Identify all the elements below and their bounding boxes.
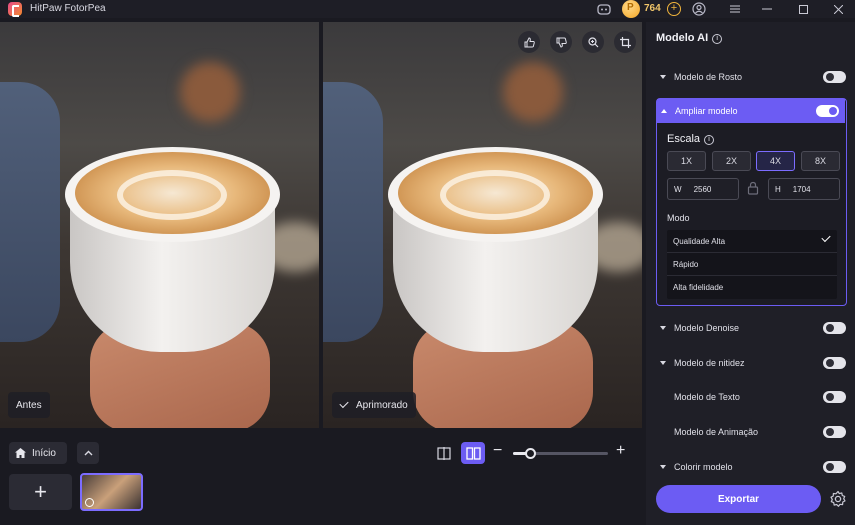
scale-4x-button[interactable]: 4X [756,151,795,171]
width-field[interactable]: W 2560 [667,178,739,200]
plus-circle-icon[interactable]: + [667,2,681,16]
thumbs-up-icon[interactable] [518,31,540,53]
comparison-viewer[interactable]: Antes Aprimorado [0,22,642,428]
chevron-down-icon [660,75,666,79]
after-label: Aprimorado [356,399,408,411]
scale-1x-button[interactable]: 1X [667,151,706,171]
height-field[interactable]: H 1704 [768,178,840,200]
mode-option-high-fidelity[interactable]: Alta fidelidade [667,276,837,299]
scale-8x-button[interactable]: 8X [801,151,840,171]
home-icon [15,448,26,458]
scale-heading: Escala i [667,133,715,145]
maximize-icon[interactable] [788,0,818,18]
face-model-toggle[interactable] [823,71,846,83]
upscale-model-card: Ampliar modelo Escala i 1X 2X 4X 8X W 256… [656,98,847,306]
height-label: H [775,184,781,194]
panel-title-text: Modelo AI [656,32,709,44]
side-by-side-icon [465,446,481,460]
chevron-down-icon [660,361,666,365]
colorize-model-label: Colorir modelo [674,462,733,472]
original-image [0,22,319,428]
ai-model-panel: Modelo AI i Modelo de Rosto Ampliar model… [646,22,855,525]
mode-option-label: Alta fidelidade [673,283,724,292]
coin-icon [622,0,640,18]
home-label: Início [32,447,56,459]
viewer-toolbar [518,31,636,53]
sharpness-model-row[interactable]: Modelo de nitidez [656,354,846,372]
thumbs-down-icon[interactable] [550,31,572,53]
lock-icon[interactable] [746,181,760,195]
split-view-button[interactable] [432,442,456,464]
zoom-in-button[interactable]: + [616,442,625,460]
height-value: 1704 [792,184,811,194]
bottom-bar: Início + − + [0,430,642,525]
face-model-label: Modelo de Rosto [674,72,743,82]
denoise-model-label: Modelo Denoise [674,323,740,333]
animation-model-toggle[interactable] [823,426,846,438]
scale-2x-button[interactable]: 2X [712,151,751,171]
check-icon [339,398,349,409]
enhanced-image [323,22,642,428]
home-button[interactable]: Início [9,442,67,464]
colorize-model-toggle[interactable] [823,461,846,473]
mode-list: Qualidade Alta Rápido Alta fidelidade [667,230,837,299]
zoom-slider-handle[interactable] [524,448,536,459]
before-label: Antes [8,392,50,418]
mode-label: Modo [667,213,690,223]
zoom-out-button[interactable]: − [493,442,502,460]
side-by-side-button[interactable] [461,442,485,464]
denoise-model-row[interactable]: Modelo Denoise [656,319,846,337]
panel-title: Modelo AI i [656,32,723,44]
face-model-row[interactable]: Modelo de Rosto [656,68,846,86]
user-icon[interactable] [691,1,707,17]
text-model-row[interactable]: Modelo de Texto [656,388,846,406]
text-model-toggle[interactable] [823,391,846,403]
mode-option-label: Qualidade Alta [673,236,726,246]
zoom-slider[interactable] [513,448,608,459]
split-view-icon [437,446,451,460]
mode-option-high-quality[interactable]: Qualidade Alta [667,230,837,253]
hamburger-menu-icon[interactable] [720,0,750,18]
sharpness-model-label: Modelo de nitidez [674,358,745,368]
clock-icon [85,498,94,507]
mode-option-fast[interactable]: Rápido [667,253,837,276]
close-icon[interactable] [823,0,853,18]
sharpness-model-toggle[interactable] [823,357,846,369]
mode-option-label: Rápido [673,259,699,269]
chevron-up-icon [661,109,667,113]
animation-model-label: Modelo de Animação [674,427,759,437]
discord-icon[interactable] [596,1,612,17]
width-value: 2560 [693,184,712,194]
checkmark-icon [821,232,831,243]
text-model-label: Modelo de Texto [674,392,740,402]
chevron-up-icon [84,450,92,456]
info-icon[interactable]: i [712,34,723,44]
after-label-badge: Aprimorado [332,392,416,418]
fotorpea-logo-icon [8,2,22,17]
denoise-model-toggle[interactable] [823,322,846,334]
title-bar: HitPaw FotorPea 764 + [0,0,855,18]
add-image-button[interactable]: + [9,474,72,510]
info-icon[interactable]: i [704,135,715,145]
zoom-icon[interactable] [582,31,604,53]
chevron-down-icon [660,465,666,469]
image-thumbnail[interactable] [80,473,143,511]
export-button[interactable]: Exportar [656,485,821,513]
upscale-model-row[interactable]: Ampliar modelo [657,99,845,123]
colorize-model-row[interactable]: Colorir modelo [656,458,846,476]
coin-count: 764 [644,3,661,14]
gear-icon[interactable] [829,490,847,508]
app-title: HitPaw FotorPea [30,3,106,14]
animation-model-row[interactable]: Modelo de Animação [656,423,846,441]
upscale-model-label: Ampliar modelo [675,106,738,116]
collapse-button[interactable] [77,442,99,464]
crop-icon[interactable] [614,31,636,53]
scale-label: Escala [667,133,701,145]
upscale-model-toggle[interactable] [816,105,839,117]
width-label: W [674,184,682,194]
chevron-down-icon [660,326,666,330]
minimize-icon[interactable] [752,0,782,18]
